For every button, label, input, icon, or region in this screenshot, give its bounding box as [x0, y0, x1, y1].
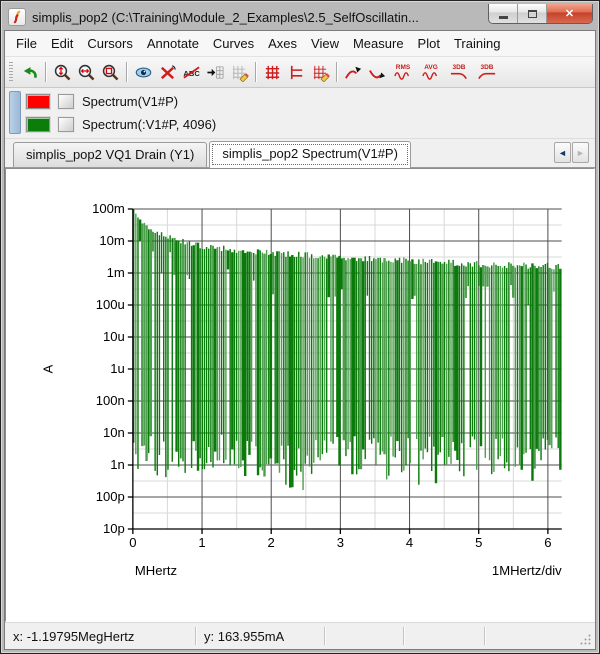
- menu-plot[interactable]: Plot: [411, 33, 447, 54]
- toolbar-grip[interactable]: [9, 62, 13, 82]
- curve-color-swatch[interactable]: [26, 117, 50, 132]
- menu-curves[interactable]: Curves: [206, 33, 261, 54]
- x-tick-label: 4: [406, 535, 413, 550]
- close-button[interactable]: ✕: [547, 4, 592, 23]
- curve-trough-icon[interactable]: [365, 60, 389, 84]
- curve-label[interactable]: Spectrum(V1#P): [82, 94, 178, 109]
- menu-file[interactable]: File: [9, 33, 44, 54]
- y-tick-label: 1n: [110, 457, 125, 472]
- legend-row: Spectrum(:V1#P, 4096): [26, 114, 595, 134]
- menu-cursors[interactable]: Cursors: [80, 33, 140, 54]
- window-title: simplis_pop2 (C:\Training\Module_2_Examp…: [32, 10, 419, 25]
- y-tick-label: 1u: [110, 361, 125, 376]
- status-y-readout: y: 163.955mA: [196, 623, 324, 649]
- delete-annotation-icon[interactable]: ABC: [179, 60, 203, 84]
- app-logo-icon: [8, 8, 26, 26]
- tab-scroll-buttons: ◄ ►: [554, 142, 589, 163]
- zoom-x-icon[interactable]: [74, 60, 98, 84]
- edit-axis-icon[interactable]: [227, 60, 251, 84]
- resize-grip[interactable]: [579, 633, 592, 646]
- x-tick-label: 5: [475, 535, 482, 550]
- x-tick-label: 6: [544, 535, 551, 550]
- curve-enable-checkbox[interactable]: [58, 117, 74, 132]
- menu-measure[interactable]: Measure: [346, 33, 411, 54]
- menu-bar: FileEditCursorsAnnotateCurvesAxesViewMea…: [5, 31, 595, 57]
- toolbar-separator: [255, 62, 256, 82]
- curve-label[interactable]: Spectrum(:V1#P, 4096): [82, 117, 216, 132]
- toolbar-separator: [45, 62, 46, 82]
- tab-scroll-right-icon[interactable]: ►: [572, 142, 589, 163]
- y-tick-label: 100u: [96, 297, 125, 312]
- plot-panel[interactable]: 100m 10m 1m 100u 10u 1u 100n 10n 1n 100p 10p 0 1 2 3 4 5…: [5, 168, 595, 622]
- y-tick-label: 1m: [107, 265, 125, 280]
- rms-icon[interactable]: RMS: [389, 60, 417, 84]
- y-tick-label: 10p: [103, 521, 125, 536]
- y-tick-label: 10m: [99, 233, 124, 248]
- maximize-button[interactable]: [518, 4, 547, 23]
- curve-legend: Spectrum(V1#P) Spectrum(:V1#P, 4096): [5, 88, 595, 139]
- tab-scroll-left-icon[interactable]: ◄: [554, 142, 571, 163]
- x-tick-label: 0: [129, 535, 136, 550]
- status-x-readout: x: -1.19795MegHertz: [5, 623, 195, 649]
- x-axis-unit: MHertz: [135, 563, 177, 578]
- toolbar-separator: [126, 62, 127, 82]
- spectrum-plot[interactable]: 100m 10m 1m 100u 10u 1u 100n 10n 1n 100p 10p 0 1 2 3 4 5…: [6, 169, 594, 621]
- db3-high-icon[interactable]: 3DB: [473, 60, 501, 84]
- zoom-box-icon[interactable]: [98, 60, 122, 84]
- db3-low-icon[interactable]: 3DB: [445, 60, 473, 84]
- delete-curve-icon[interactable]: [155, 60, 179, 84]
- graph-tab-bar: simplis_pop2 VQ1 Drain (Y1)simplis_pop2 …: [5, 139, 595, 168]
- y-tick-label: 100p: [96, 489, 125, 504]
- window-controls: ✕: [488, 4, 593, 24]
- curve-enable-checkbox[interactable]: [58, 94, 74, 109]
- avg-icon[interactable]: AVG: [417, 60, 445, 84]
- undo-icon[interactable]: [17, 60, 41, 84]
- graph-tab[interactable]: simplis_pop2 Spectrum(V1#P): [209, 141, 411, 168]
- zoom-y-icon[interactable]: [50, 60, 74, 84]
- title-bar[interactable]: simplis_pop2 (C:\Training\Module_2_Examp…: [4, 4, 596, 30]
- graph-tab[interactable]: simplis_pop2 VQ1 Drain (Y1): [13, 142, 207, 167]
- menu-annotate[interactable]: Annotate: [140, 33, 206, 54]
- minimize-button[interactable]: [489, 4, 518, 23]
- menu-axes[interactable]: Axes: [261, 33, 304, 54]
- menu-view[interactable]: View: [304, 33, 346, 54]
- menu-training[interactable]: Training: [447, 33, 507, 54]
- y-tick-label: 10n: [103, 425, 125, 440]
- x-axis-div-label: 1MHertz/div: [492, 563, 562, 578]
- toolbar: ABCRMSAVG3DB3DB: [5, 57, 595, 88]
- curve-peak-icon[interactable]: [341, 60, 365, 84]
- x-tick-label: 1: [198, 535, 205, 550]
- menu-edit[interactable]: Edit: [44, 33, 80, 54]
- y-tick-label: 100n: [96, 393, 125, 408]
- legend-drag-strip[interactable]: [9, 91, 21, 134]
- y-tick-label: 100m: [92, 201, 125, 216]
- status-bar: x: -1.19795MegHertz y: 163.955mA: [5, 622, 595, 649]
- move-curve-icon[interactable]: [203, 60, 227, 84]
- legend-row: Spectrum(V1#P): [26, 91, 595, 111]
- client-area: FileEditCursorsAnnotateCurvesAxesViewMea…: [4, 30, 596, 650]
- toolbar-separator: [336, 62, 337, 82]
- stack-axes-icon[interactable]: [284, 60, 308, 84]
- x-tick-label: 2: [268, 535, 275, 550]
- curve-color-swatch[interactable]: [26, 94, 50, 109]
- show-curve-eye-icon[interactable]: [131, 60, 155, 84]
- spectrum-curve: [134, 209, 561, 490]
- edit-grid-icon[interactable]: [308, 60, 332, 84]
- app-window: simplis_pop2 (C:\Training\Module_2_Examp…: [0, 0, 600, 654]
- y-axis-unit: A: [40, 364, 55, 373]
- add-grid-icon[interactable]: [260, 60, 284, 84]
- x-tick-label: 3: [337, 535, 344, 550]
- y-tick-label: 10u: [103, 329, 125, 344]
